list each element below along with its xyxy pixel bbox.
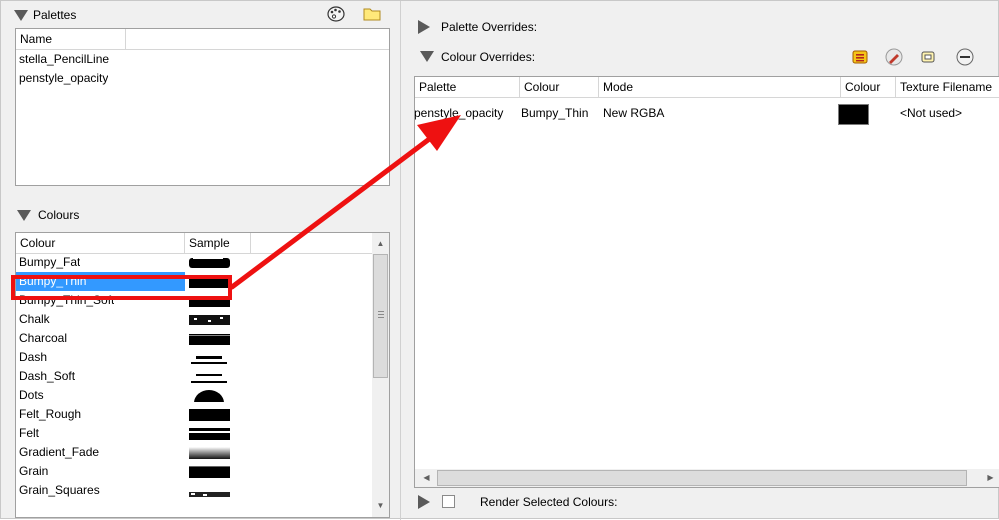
palette-overrides-window: Palettes Name stella_PencilLine penstyle… — [0, 0, 999, 520]
annotation-arrow — [229, 115, 461, 290]
